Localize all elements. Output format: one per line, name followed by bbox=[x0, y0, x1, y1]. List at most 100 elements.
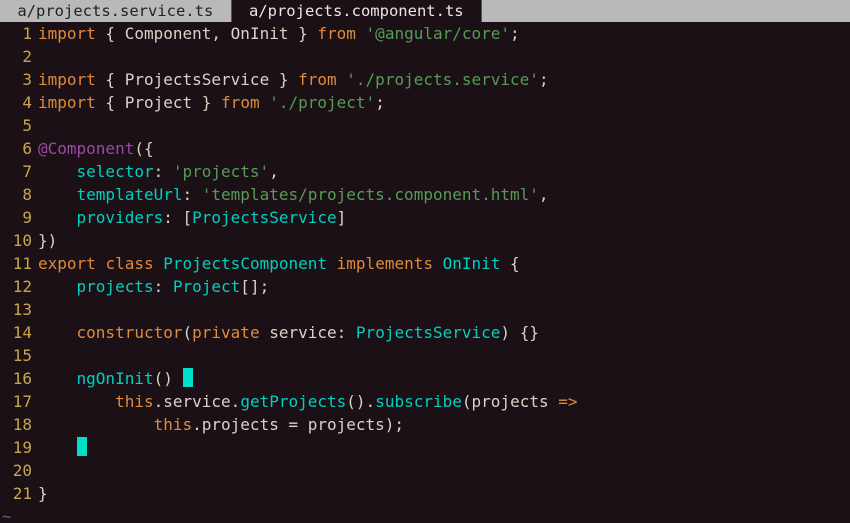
token-type: ngOnInit bbox=[77, 369, 154, 388]
token-punct bbox=[38, 185, 77, 204]
code-line[interactable]: @Component({ bbox=[38, 137, 850, 160]
token-punct: } bbox=[269, 70, 298, 89]
token-prop: templateUrl bbox=[77, 185, 183, 204]
line-number: 12 bbox=[0, 275, 32, 298]
line-number: 11 bbox=[0, 252, 32, 275]
code-line[interactable]: ngOnInit() bbox=[38, 367, 850, 390]
token-punct bbox=[260, 93, 270, 112]
code-line[interactable]: import { Project } from './project'; bbox=[38, 91, 850, 114]
token-punct: , bbox=[269, 162, 279, 181]
token-punct bbox=[549, 392, 559, 411]
token-punct bbox=[38, 415, 154, 434]
line-number: 1 bbox=[0, 22, 32, 45]
token-kw: import bbox=[38, 93, 96, 112]
token-punct bbox=[38, 438, 77, 457]
line-number: 14 bbox=[0, 321, 32, 344]
token-punct: ] bbox=[337, 208, 347, 227]
token-punct bbox=[260, 323, 270, 342]
token-punct: , bbox=[211, 24, 230, 43]
tab-projects-service[interactable]: a/projects.service.ts bbox=[0, 0, 232, 22]
code-line[interactable]: templateUrl: 'templates/projects.compone… bbox=[38, 183, 850, 206]
code-line[interactable] bbox=[38, 436, 850, 459]
code-line[interactable] bbox=[38, 114, 850, 137]
line-number: 10 bbox=[0, 229, 32, 252]
token-punct: ( bbox=[183, 323, 193, 342]
token-punct: ; bbox=[510, 24, 520, 43]
code-line[interactable]: projects: Project[]; bbox=[38, 275, 850, 298]
token-member: service bbox=[163, 392, 230, 411]
token-punct: ; bbox=[375, 93, 385, 112]
token-punct: } bbox=[288, 24, 317, 43]
code-line[interactable]: this.service.getProjects().subscribe(pro… bbox=[38, 390, 850, 413]
token-ident: OnInit bbox=[231, 24, 289, 43]
tab-bar-fill bbox=[482, 0, 850, 22]
token-str: './project' bbox=[269, 93, 375, 112]
line-number: 4 bbox=[0, 91, 32, 114]
line-number: 21 bbox=[0, 482, 32, 505]
tab-projects-component[interactable]: a/projects.component.ts bbox=[232, 0, 482, 22]
line-number-gutter: 123456789101112131415161718192021 bbox=[0, 22, 38, 505]
token-punct bbox=[337, 70, 347, 89]
token-punct: }) bbox=[38, 231, 57, 250]
token-punct: } bbox=[192, 93, 221, 112]
code-line[interactable]: import { ProjectsService } from './proje… bbox=[38, 68, 850, 91]
code-line[interactable] bbox=[38, 298, 850, 321]
token-ident: projects bbox=[308, 415, 385, 434]
line-number: 5 bbox=[0, 114, 32, 137]
token-prop: projects bbox=[77, 277, 154, 296]
token-this: this bbox=[115, 392, 154, 411]
code-line[interactable] bbox=[38, 459, 850, 482]
token-punct: : [ bbox=[163, 208, 192, 227]
token-ident: projects bbox=[472, 392, 549, 411]
token-punct bbox=[38, 277, 77, 296]
token-decor: @Component bbox=[38, 139, 134, 158]
token-punct: = bbox=[279, 415, 308, 434]
code-line[interactable]: providers: [ProjectsService] bbox=[38, 206, 850, 229]
token-punct bbox=[327, 254, 337, 273]
line-number: 16 bbox=[0, 367, 32, 390]
token-punct: : bbox=[154, 277, 173, 296]
token-prop: selector bbox=[77, 162, 154, 181]
token-kw: export bbox=[38, 254, 96, 273]
token-punct: ) {} bbox=[500, 323, 539, 342]
token-punct: } bbox=[38, 484, 48, 503]
token-str: './projects.service' bbox=[346, 70, 539, 89]
token-punct: ); bbox=[385, 415, 404, 434]
token-punct bbox=[38, 208, 77, 227]
code-line[interactable] bbox=[38, 45, 850, 68]
token-member: projects bbox=[202, 415, 279, 434]
token-ident: Component bbox=[125, 24, 212, 43]
token-kw: import bbox=[38, 24, 96, 43]
token-punct: . bbox=[154, 392, 164, 411]
token-prop: providers bbox=[77, 208, 164, 227]
code-line[interactable]: constructor(private service: ProjectsSer… bbox=[38, 321, 850, 344]
line-number: 7 bbox=[0, 160, 32, 183]
code-line[interactable]: selector: 'projects', bbox=[38, 160, 850, 183]
token-kw2: constructor bbox=[77, 323, 183, 342]
token-punct bbox=[96, 254, 106, 273]
editor-pane[interactable]: 123456789101112131415161718192021 import… bbox=[0, 22, 850, 505]
token-punct: { bbox=[96, 24, 125, 43]
code-area[interactable]: import { Component, OnInit } from '@angu… bbox=[38, 22, 850, 505]
token-punct: { bbox=[96, 93, 125, 112]
line-number: 13 bbox=[0, 298, 32, 321]
end-of-buffer-marker: ~ bbox=[0, 505, 850, 523]
tab-bar: a/projects.service.ts a/projects.compone… bbox=[0, 0, 850, 22]
token-this: this bbox=[154, 415, 193, 434]
code-line[interactable]: this.projects = projects); bbox=[38, 413, 850, 436]
line-number: 15 bbox=[0, 344, 32, 367]
code-line[interactable]: export class ProjectsComponent implement… bbox=[38, 252, 850, 275]
token-kw: from bbox=[298, 70, 337, 89]
token-str: '@angular/core' bbox=[366, 24, 511, 43]
token-punct: : bbox=[154, 162, 173, 181]
token-punct: { bbox=[500, 254, 519, 273]
line-number: 9 bbox=[0, 206, 32, 229]
code-line[interactable]: }) bbox=[38, 229, 850, 252]
token-ident: ProjectsService bbox=[125, 70, 270, 89]
token-punct bbox=[433, 254, 443, 273]
code-line[interactable] bbox=[38, 344, 850, 367]
code-line[interactable]: import { Component, OnInit } from '@angu… bbox=[38, 22, 850, 45]
code-line[interactable]: } bbox=[38, 482, 850, 505]
token-punct: ( bbox=[462, 392, 472, 411]
token-kw: implements bbox=[337, 254, 433, 273]
